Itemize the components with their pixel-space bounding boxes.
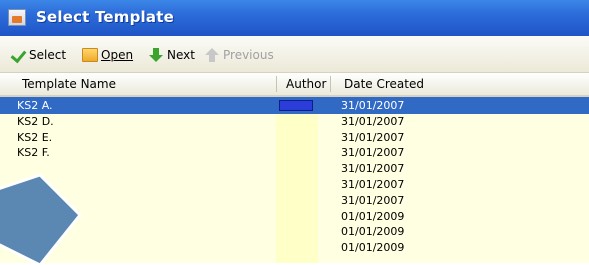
date-created-cell: 31/01/2007 (341, 178, 405, 191)
date-created-cell: 01/01/2009 (341, 241, 405, 255)
title-bar: Select Template (0, 0, 589, 36)
window-title: Select Template (36, 8, 174, 26)
window-icon (8, 9, 26, 26)
folder-icon (82, 48, 98, 62)
open-button-label: Open (101, 48, 134, 62)
next-button[interactable]: Next (148, 47, 195, 63)
table-row[interactable]: KS2 D. 31/01/2007 (0, 113, 589, 130)
date-created-cell: 01/01/2009 (341, 209, 405, 223)
select-button-label: Select (29, 48, 67, 62)
up-arrow-icon (204, 48, 220, 62)
table-row[interactable]: KS2 E. 31/01/2007 (0, 129, 589, 146)
template-name-cell: KS2 A. (17, 99, 53, 112)
date-created-cell: 01/01/2009 (341, 225, 405, 239)
pentagon-overlay (0, 173, 83, 265)
column-divider[interactable] (330, 76, 331, 92)
date-created-cell: 31/01/2007 (341, 193, 405, 207)
checkmark-icon (10, 48, 26, 62)
table-row[interactable]: KS2 A. 31/01/2007 (0, 97, 589, 114)
previous-button[interactable]: Previous (204, 47, 274, 63)
column-divider[interactable] (276, 76, 277, 92)
select-button[interactable]: Select (10, 47, 66, 63)
down-arrow-icon (148, 48, 164, 62)
date-created-cell: 31/01/2007 (341, 130, 405, 144)
template-name-cell: KS2 E. (17, 130, 53, 144)
date-created-cell: 31/01/2007 (341, 114, 405, 128)
template-name-cell: KS2 D. (17, 114, 54, 128)
toolbar: Select Open Next Previous (0, 36, 589, 73)
table-header: Template Name Author Date Created (0, 73, 589, 97)
date-created-cell: 31/01/2007 (341, 146, 405, 160)
open-button[interactable]: Open (82, 47, 133, 63)
author-cell-highlight (279, 100, 313, 111)
previous-button-label: Previous (223, 48, 274, 62)
next-button-label: Next (167, 48, 195, 62)
column-header-template-name[interactable]: Template Name (22, 73, 116, 95)
column-header-date-created[interactable]: Date Created (344, 73, 424, 95)
date-created-cell: 31/01/2007 (341, 162, 405, 176)
column-header-author[interactable]: Author (286, 73, 326, 95)
date-created-cell: 31/01/2007 (341, 99, 405, 112)
